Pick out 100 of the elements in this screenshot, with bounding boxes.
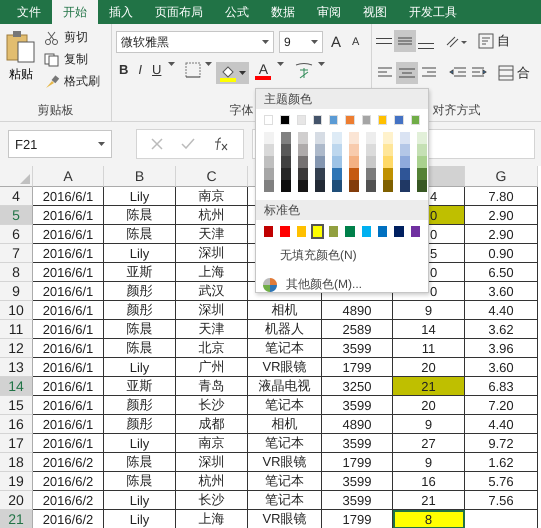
color-swatch[interactable]	[349, 132, 359, 144]
merge-button[interactable]: 合	[498, 64, 530, 82]
cut-button[interactable]: 剪切	[42, 28, 102, 47]
color-swatch[interactable]	[400, 144, 410, 156]
color-swatch[interactable]	[400, 180, 410, 192]
wrap-text-button[interactable]: 自	[478, 32, 510, 50]
ribbon-tab[interactable]: 开发工具	[398, 0, 468, 24]
color-swatch[interactable]	[349, 180, 359, 192]
color-swatch[interactable]	[362, 226, 372, 237]
color-swatch[interactable]	[383, 180, 393, 192]
color-swatch[interactable]	[417, 180, 427, 192]
color-swatch[interactable]	[394, 226, 404, 237]
color-swatch[interactable]	[281, 168, 291, 180]
color-swatch[interactable]	[298, 180, 308, 192]
color-swatch[interactable]	[264, 115, 274, 125]
row-header[interactable]: 17	[0, 434, 33, 453]
font-size-dropdown[interactable]: 9	[279, 31, 323, 53]
color-swatch[interactable]	[298, 156, 308, 168]
ribbon-tab[interactable]: 页面布局	[144, 0, 214, 24]
color-swatch[interactable]	[264, 132, 274, 144]
color-swatch[interactable]	[298, 168, 308, 180]
color-swatch[interactable]	[281, 132, 291, 144]
color-swatch[interactable]	[378, 226, 388, 237]
color-swatch[interactable]	[400, 156, 410, 168]
row-header[interactable]: 8	[0, 263, 33, 282]
color-swatch[interactable]	[312, 226, 322, 237]
color-swatch[interactable]	[345, 115, 355, 125]
color-swatch[interactable]	[264, 180, 274, 192]
color-swatch[interactable]	[298, 132, 308, 144]
color-swatch[interactable]	[417, 132, 427, 144]
color-swatch[interactable]	[264, 144, 274, 156]
name-box[interactable]: F21	[8, 130, 112, 158]
fill-color-button[interactable]	[216, 62, 250, 84]
column-header[interactable]: G	[465, 166, 538, 187]
column-header[interactable]: C	[176, 166, 248, 187]
row-header[interactable]: 21	[0, 510, 33, 528]
color-swatch[interactable]	[362, 115, 372, 125]
color-swatch[interactable]	[400, 132, 410, 144]
color-swatch[interactable]	[366, 132, 376, 144]
color-swatch[interactable]	[394, 115, 404, 125]
color-swatch[interactable]	[366, 180, 376, 192]
ribbon-tab[interactable]: 数据	[260, 0, 306, 24]
color-swatch[interactable]	[315, 132, 325, 144]
row-header[interactable]: 4	[0, 187, 33, 206]
color-swatch[interactable]	[345, 226, 355, 237]
color-swatch[interactable]	[349, 168, 359, 180]
color-swatch[interactable]	[383, 144, 393, 156]
color-swatch[interactable]	[332, 144, 342, 156]
color-swatch[interactable]	[332, 156, 342, 168]
color-swatch[interactable]	[332, 168, 342, 180]
copy-button[interactable]: 复制	[42, 50, 102, 69]
color-swatch[interactable]	[378, 115, 388, 125]
row-header[interactable]: 7	[0, 244, 33, 263]
color-swatch[interactable]	[315, 180, 325, 192]
row-header[interactable]: 18	[0, 453, 33, 472]
color-swatch[interactable]	[296, 115, 306, 125]
color-swatch[interactable]	[410, 226, 420, 237]
row-header[interactable]: 14	[0, 377, 33, 396]
row-header[interactable]: 13	[0, 358, 33, 377]
color-swatch[interactable]	[281, 180, 291, 192]
color-swatch[interactable]	[349, 144, 359, 156]
shrink-font-button[interactable]: A	[349, 36, 362, 48]
color-swatch[interactable]	[264, 168, 274, 180]
row-header[interactable]: 16	[0, 415, 33, 434]
ribbon-tab[interactable]: 视图	[352, 0, 398, 24]
column-header[interactable]: B	[104, 166, 176, 187]
color-swatch[interactable]	[332, 132, 342, 144]
color-swatch[interactable]	[329, 115, 338, 125]
color-swatch[interactable]	[264, 156, 274, 168]
color-swatch[interactable]	[417, 144, 427, 156]
row-header[interactable]: 11	[0, 320, 33, 339]
color-swatch[interactable]	[280, 115, 290, 125]
row-header[interactable]: 9	[0, 282, 33, 301]
color-swatch[interactable]	[315, 144, 325, 156]
ribbon-tab[interactable]: 审阅	[306, 0, 352, 24]
row-header[interactable]: 19	[0, 472, 33, 491]
color-swatch[interactable]	[383, 132, 393, 144]
color-swatch[interactable]	[281, 144, 291, 156]
color-swatch[interactable]	[349, 156, 359, 168]
color-swatch[interactable]	[280, 226, 290, 237]
bold-button[interactable]: B	[116, 62, 132, 77]
row-header[interactable]: 20	[0, 491, 33, 510]
color-swatch[interactable]	[298, 144, 308, 156]
row-header[interactable]: 5	[0, 206, 33, 225]
color-swatch[interactable]	[329, 226, 338, 237]
font-color-button[interactable]: A	[253, 62, 274, 80]
color-swatch[interactable]	[281, 156, 291, 168]
color-swatch[interactable]	[366, 168, 376, 180]
row-header[interactable]: 12	[0, 339, 33, 358]
color-swatch[interactable]	[400, 168, 410, 180]
color-swatch[interactable]	[366, 156, 376, 168]
color-swatch[interactable]	[410, 115, 420, 125]
color-swatch[interactable]	[332, 180, 342, 192]
color-swatch[interactable]	[315, 168, 325, 180]
color-swatch[interactable]	[383, 156, 393, 168]
ribbon-tab[interactable]: 插入	[98, 0, 144, 24]
color-swatch[interactable]	[417, 156, 427, 168]
color-swatch[interactable]	[312, 115, 322, 125]
grow-font-button[interactable]: A	[328, 34, 344, 50]
color-swatch[interactable]	[366, 144, 376, 156]
